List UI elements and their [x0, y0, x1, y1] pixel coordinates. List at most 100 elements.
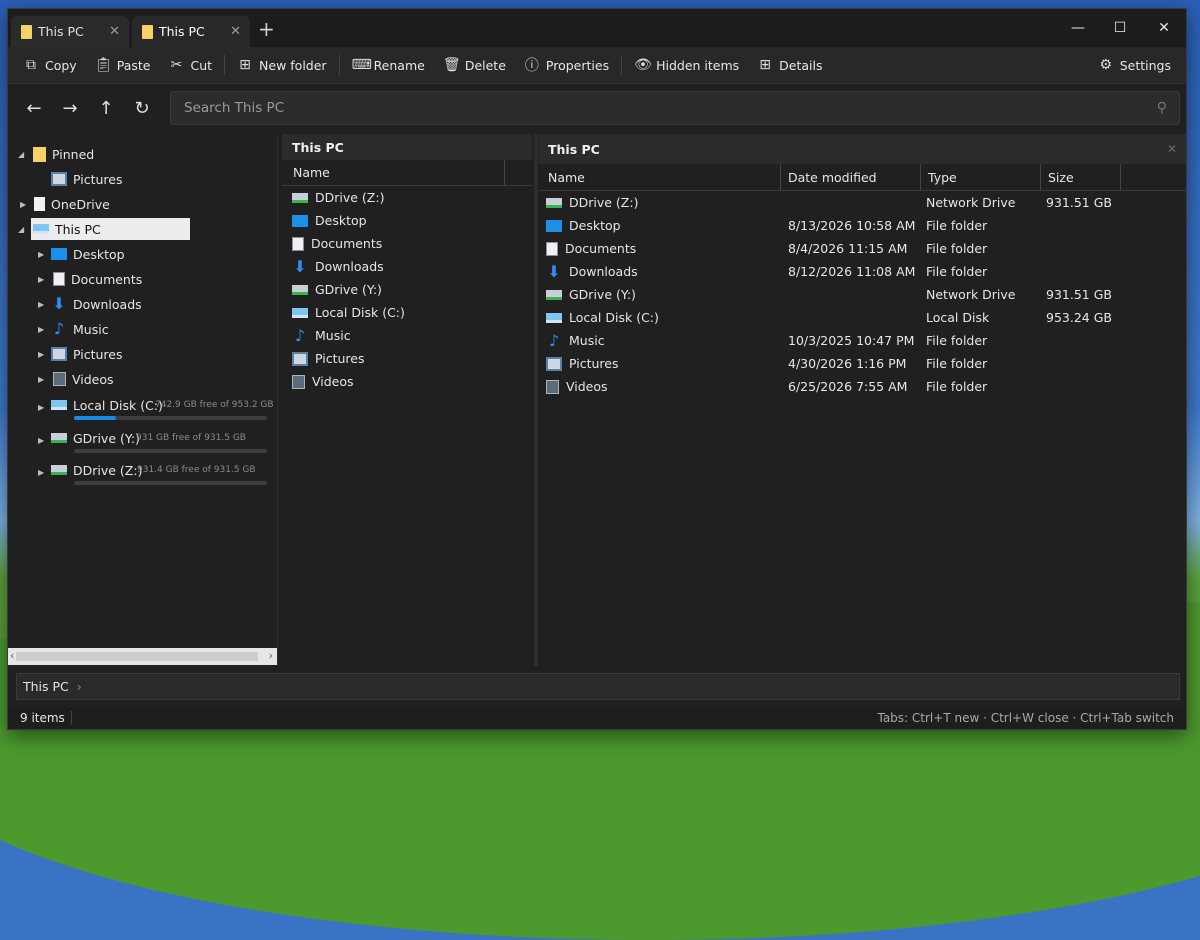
- scroll-right-icon[interactable]: ›: [269, 649, 273, 662]
- tree-item-pictures[interactable]: ▶ Pictures: [38, 343, 123, 365]
- tree-item-documents[interactable]: ▶ Documents: [38, 268, 142, 290]
- scroll-left-icon[interactable]: ‹: [10, 649, 14, 662]
- collapse-arrow-icon[interactable]: ◢: [18, 218, 28, 240]
- table-row[interactable]: Desktop 8/13/2026 10:58 AM File folder: [539, 214, 1186, 237]
- size-column-header[interactable]: Size: [1048, 170, 1074, 185]
- column-splitter[interactable]: [534, 134, 538, 666]
- size-cell: 931.51 GB: [1046, 287, 1112, 302]
- new-tab-button[interactable]: +: [258, 17, 275, 41]
- details-button[interactable]: ⊞ Details: [748, 50, 831, 80]
- expand-arrow-icon[interactable]: ▶: [38, 375, 48, 384]
- item-label: Documents: [565, 241, 637, 256]
- list-item[interactable]: Documents: [282, 232, 532, 255]
- tree-item-videos[interactable]: ▶ Videos: [38, 368, 114, 390]
- hidden-items-button[interactable]: 👁︎ Hidden items: [625, 50, 748, 80]
- list-item[interactable]: Local Disk (C:): [282, 301, 532, 324]
- expand-arrow-icon[interactable]: ▶: [38, 275, 48, 284]
- tree-horizontal-scrollbar[interactable]: ‹ ›: [8, 648, 277, 665]
- navigation-tree: ◢ Pinned Pictures ▶ OneDrive This PC ◢ ▶…: [8, 134, 278, 666]
- item-count: 9 items: [8, 711, 72, 725]
- name-column-header[interactable]: Name: [548, 170, 585, 185]
- date-column-header[interactable]: Date modified: [788, 170, 877, 185]
- table-row[interactable]: ♪ Music 10/3/2025 10:47 PM File folder: [539, 329, 1186, 352]
- tree-item-pinned-pictures[interactable]: Pictures: [51, 168, 123, 190]
- name-column-header[interactable]: Name: [282, 160, 532, 186]
- tree-item-desktop[interactable]: ▶ Desktop: [38, 243, 125, 265]
- table-row[interactable]: Local Disk (C:) Local Disk 953.24 GB: [539, 306, 1186, 329]
- list-item[interactable]: GDrive (Y:): [282, 278, 532, 301]
- up-arrow-icon[interactable]: ↑: [94, 96, 118, 120]
- file-explorer-window: This PC ✕ This PC ✕ + — ☐ ✕ ⧉ Copy 📋︎ Past…: [7, 8, 1187, 730]
- settings-button[interactable]: ⚙ Settings: [1089, 50, 1180, 80]
- delete-button[interactable]: 🗑︎ Delete: [434, 50, 515, 80]
- expand-arrow-icon[interactable]: ▶: [20, 200, 30, 209]
- list-item[interactable]: Pictures: [282, 347, 532, 370]
- chevron-right-icon[interactable]: ›: [77, 679, 82, 694]
- tree-label: Videos: [72, 371, 114, 387]
- rename-button[interactable]: ⌨ Rename: [343, 50, 434, 80]
- expand-arrow-icon[interactable]: ▶: [38, 403, 48, 412]
- tree-item-onedrive[interactable]: ▶ OneDrive: [18, 193, 110, 215]
- search-icon[interactable]: ⚲: [1157, 100, 1167, 116]
- tree-item-this-pc[interactable]: This PC: [31, 218, 190, 240]
- tree-item-ddrive-z[interactable]: ▶ DDrive (Z:): [38, 459, 142, 481]
- expand-arrow-icon[interactable]: ▶: [38, 468, 48, 477]
- download-arrow-icon: ⬇: [293, 256, 307, 276]
- column-resize-handle[interactable]: [920, 164, 921, 190]
- drive-free-space: 931.4 GB free of 931.5 GB: [137, 465, 256, 475]
- table-row[interactable]: ⬇ Downloads 8/12/2026 11:08 AM File folder: [539, 260, 1186, 283]
- list-item[interactable]: Desktop: [282, 209, 532, 232]
- table-row[interactable]: Pictures 4/30/2026 1:16 PM File folder: [539, 352, 1186, 375]
- back-arrow-icon[interactable]: ←: [22, 96, 46, 120]
- close-window-button[interactable]: ✕: [1144, 15, 1184, 41]
- breadcrumb-segment[interactable]: This PC: [23, 679, 69, 694]
- name-cell: Pictures: [546, 356, 619, 371]
- tree-item-local-disk-c[interactable]: ▶ Local Disk (C:): [38, 394, 163, 416]
- paste-button[interactable]: 📋︎ Paste: [86, 50, 160, 80]
- item-label: Music: [315, 328, 351, 343]
- item-label: DDrive (Z:): [569, 195, 639, 210]
- tree-label: This PC: [55, 221, 101, 237]
- search-input[interactable]: Search This PC ⚲: [170, 91, 1180, 125]
- refresh-icon[interactable]: ↻: [130, 96, 154, 120]
- list-item[interactable]: ⬇ Downloads: [282, 255, 532, 278]
- new-folder-button[interactable]: ⊞ New folder: [228, 50, 336, 80]
- tree-item-downloads[interactable]: ▶ ⬇ Downloads: [38, 293, 142, 315]
- tab-this-pc-1[interactable]: This PC ✕: [11, 16, 129, 47]
- tab-this-pc-2[interactable]: This PC ✕: [132, 16, 250, 47]
- tree-item-pinned[interactable]: ◢ Pinned: [18, 143, 94, 165]
- table-row[interactable]: Videos 6/25/2026 7:55 AM File folder: [539, 375, 1186, 398]
- column-title-bar: This PC ✕: [539, 134, 1186, 164]
- forward-arrow-icon[interactable]: →: [58, 96, 82, 120]
- copy-button[interactable]: ⧉ Copy: [14, 50, 86, 80]
- trash-icon: 🗑︎: [442, 57, 461, 73]
- column-resize-handle[interactable]: [504, 160, 505, 185]
- minimize-button[interactable]: —: [1058, 15, 1098, 41]
- close-tab-icon[interactable]: ✕: [109, 24, 120, 39]
- scrollbar-thumb[interactable]: [16, 652, 258, 661]
- column-resize-handle[interactable]: [1040, 164, 1041, 190]
- close-column-icon[interactable]: ✕: [1167, 142, 1177, 156]
- close-tab-icon[interactable]: ✕: [230, 24, 241, 39]
- table-row[interactable]: DDrive (Z:) Network Drive 931.51 GB: [539, 191, 1186, 214]
- list-item[interactable]: DDrive (Z:): [282, 186, 532, 209]
- navigation-bar: ← → ↑ ↻ Search This PC ⚲: [8, 84, 1186, 134]
- properties-button[interactable]: ⓘ Properties: [515, 50, 618, 80]
- expand-arrow-icon[interactable]: ▶: [38, 300, 48, 309]
- tree-item-gdrive-y[interactable]: ▶ GDrive (Y:): [38, 427, 140, 449]
- column-resize-handle[interactable]: [780, 164, 781, 190]
- maximize-button[interactable]: ☐: [1100, 15, 1140, 41]
- table-row[interactable]: GDrive (Y:) Network Drive 931.51 GB: [539, 283, 1186, 306]
- expand-arrow-icon[interactable]: ▶: [38, 325, 48, 334]
- column-resize-handle[interactable]: [1120, 164, 1121, 190]
- tree-item-music[interactable]: ▶ ♪ Music: [38, 318, 109, 340]
- collapse-arrow-icon[interactable]: ◢: [18, 150, 28, 159]
- type-column-header[interactable]: Type: [928, 170, 957, 185]
- table-row[interactable]: Documents 8/4/2026 11:15 AM File folder: [539, 237, 1186, 260]
- list-item[interactable]: ♪ Music: [282, 324, 532, 347]
- expand-arrow-icon[interactable]: ▶: [38, 350, 48, 359]
- cut-button[interactable]: ✂ Cut: [159, 50, 221, 80]
- expand-arrow-icon[interactable]: ▶: [38, 250, 48, 259]
- expand-arrow-icon[interactable]: ▶: [38, 436, 48, 445]
- list-item[interactable]: Videos: [282, 370, 532, 393]
